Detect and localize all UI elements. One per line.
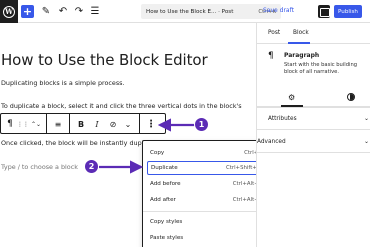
block-inspector-tabs: ⚙ (257, 89, 370, 108)
paragraph-3[interactable]: Once clicked, the block will be instantl… (1, 139, 153, 147)
block-description: Start with the basic building block of a… (284, 62, 358, 75)
callout-badge-1: 1 (194, 117, 209, 132)
settings-toggle-icon[interactable] (318, 5, 330, 18)
list-view-icon[interactable]: ☰ (89, 5, 101, 18)
pencil-icon[interactable]: ✎ (40, 5, 52, 18)
toolbar-divider (139, 114, 140, 133)
active-inspector-indicator (281, 105, 303, 107)
paragraph-icon: ¶ (268, 51, 274, 61)
settings-sidebar: Post Block ¶ Paragraph Start with the ba… (256, 23, 370, 247)
wordpress-logo[interactable]: W (0, 0, 18, 23)
align-icon[interactable]: ≡ (52, 117, 64, 131)
block-options-icon[interactable]: ⋮ (145, 117, 157, 131)
menu-divider (143, 211, 268, 212)
sidebar-tabs: Post Block (257, 23, 370, 44)
chevron-down-icon: ⌄ (364, 115, 370, 122)
paragraph-2[interactable]: To duplicate a block, select it and clic… (1, 102, 242, 110)
callout-badge-2: 2 (84, 159, 99, 174)
drag-handle-icon[interactable]: ⋮⋮ (17, 117, 29, 131)
menu-item-label: Copy styles (150, 219, 183, 225)
menu-item-label: Copy (150, 150, 165, 156)
document-type: · Post (218, 8, 234, 15)
save-draft-button[interactable]: Save draft (263, 7, 294, 14)
block-placeholder[interactable]: Type / to choose a block (1, 163, 78, 171)
menu-item-label: Add before (150, 181, 181, 187)
advanced-label: Advanced (257, 139, 286, 145)
menu-item-add-before[interactable]: Add before Ctrl+Alt+T (147, 177, 265, 191)
move-up-down-icon[interactable]: ⌃⌄ (31, 117, 41, 131)
attributes-label: Attributes (268, 116, 297, 122)
active-tab-indicator (288, 42, 310, 44)
menu-item-paste-styles[interactable]: Paste styles (147, 231, 265, 245)
tab-block[interactable]: Block (293, 30, 309, 36)
menu-item-duplicate[interactable]: Duplicate Ctrl+Shift+D (147, 161, 265, 175)
tab-post[interactable]: Post (268, 30, 280, 36)
document-title: How to Use the Block E... (146, 8, 217, 15)
top-toolbar: W + ✎ ↶ ↷ ☰ How to Use the Block E... · … (0, 0, 370, 23)
menu-item-label: Paste styles (150, 235, 184, 241)
add-block-button[interactable]: + (21, 5, 34, 18)
block-toolbar: ¶ ⋮⋮ ⌃⌄ ≡ B I ⊘ ⌄ ⋮ (0, 113, 166, 134)
menu-item-copy[interactable]: Copy Ctrl+C (147, 146, 265, 160)
post-heading[interactable]: How to Use the Block Editor (1, 51, 208, 69)
document-title-bar[interactable]: How to Use the Block E... · Post Ctrl+K (141, 4, 281, 19)
advanced-panel[interactable]: Advanced ⌄ (257, 131, 370, 153)
link-icon[interactable]: ⊘ (107, 117, 119, 131)
wordpress-icon: W (3, 5, 15, 18)
italic-button[interactable]: I (92, 117, 102, 131)
chevron-down-icon: ⌄ (364, 138, 370, 145)
attributes-panel[interactable]: Attributes ⌄ (257, 108, 370, 130)
toolbar-divider (69, 114, 70, 133)
paragraph-transform-icon[interactable]: ¶ (4, 117, 16, 131)
block-name: Paragraph (284, 52, 320, 59)
undo-icon[interactable]: ↶ (57, 5, 69, 18)
menu-item-label: Duplicate (151, 165, 178, 171)
publish-button[interactable]: Publish (334, 5, 362, 18)
block-options-menu: Copy Ctrl+C Duplicate Ctrl+Shift+D Add b… (142, 140, 269, 247)
settings-icon[interactable]: ⚙ (288, 93, 295, 102)
bold-button[interactable]: B (76, 117, 86, 131)
redo-icon[interactable]: ↷ (73, 5, 85, 18)
toolbar-divider (46, 114, 47, 133)
menu-item-copy-styles[interactable]: Copy styles (147, 215, 265, 229)
menu-item-label: Add after (150, 197, 176, 203)
paragraph-1[interactable]: Duplicating blocks is a simple process. (1, 79, 125, 87)
styles-icon[interactable] (347, 93, 355, 101)
more-formatting-icon[interactable]: ⌄ (123, 117, 133, 131)
menu-item-add-after[interactable]: Add after Ctrl+Alt+Y (147, 193, 265, 207)
